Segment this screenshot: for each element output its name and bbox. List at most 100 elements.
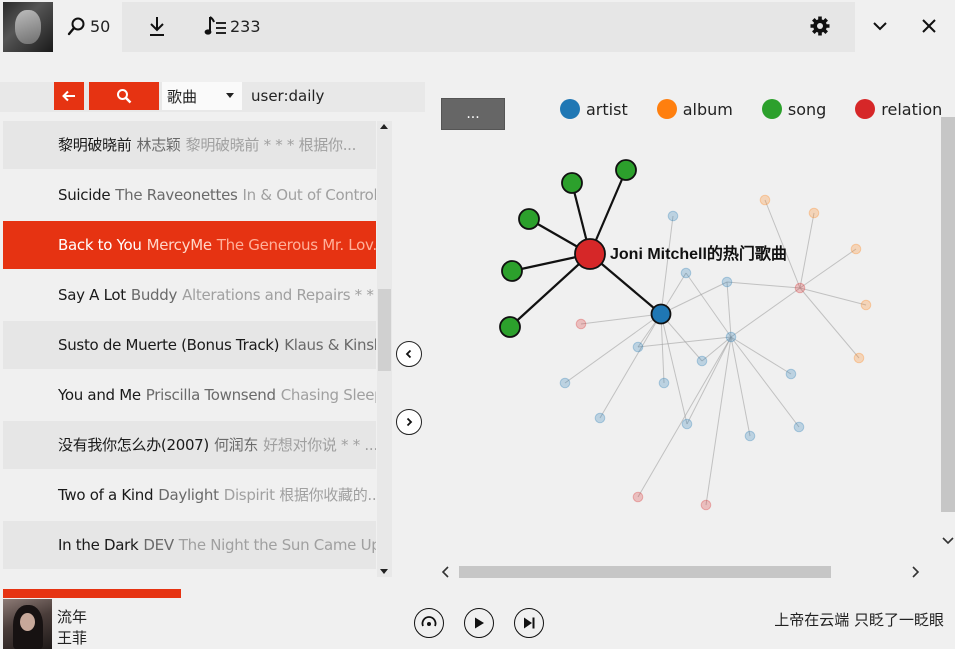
play-button[interactable]	[464, 608, 494, 638]
song-row[interactable]: Say A Lot Buddy Alterations and Repairs * …	[3, 271, 376, 319]
graph-edge	[701, 336, 732, 362]
user-avatar[interactable]	[3, 2, 53, 52]
graph-node-faded[interactable]	[632, 341, 644, 353]
song-node[interactable]	[499, 316, 521, 338]
song-artist: Daylight	[158, 486, 219, 504]
graph-edge	[799, 248, 857, 289]
song-title: You and Me	[58, 386, 141, 404]
song-row[interactable]: 没有我你怎么办(2007) 何润东 好想对你说 * * ...	[3, 421, 376, 469]
skip-next-icon	[524, 617, 535, 629]
search-count-label: 50	[90, 16, 111, 36]
scroll-up-arrow-icon[interactable]	[380, 124, 388, 129]
graph-edge	[730, 287, 801, 338]
download-button[interactable]	[147, 14, 167, 38]
song-row[interactable]: Suicide The Raveonettes In & Out of Contro…	[3, 171, 376, 219]
search-submit-button[interactable]	[89, 82, 159, 110]
settings-button[interactable]	[809, 14, 831, 38]
graph-node-faded[interactable]	[667, 210, 679, 222]
graph-node-faded[interactable]	[759, 194, 771, 206]
song-node[interactable]	[615, 159, 637, 181]
song-node[interactable]	[518, 208, 540, 230]
graph-node-faded[interactable]	[808, 207, 820, 219]
graph-node-faded[interactable]	[632, 491, 644, 503]
song-node[interactable]	[501, 260, 523, 282]
playback-progress-bar[interactable]	[3, 589, 181, 598]
song-row[interactable]: Back to YouMercyMeThe Generous Mr. Lov..…	[3, 221, 376, 269]
graph-vertical-scrollbar[interactable]	[941, 117, 955, 553]
chevron-down-icon[interactable]	[941, 535, 955, 547]
graph-node-faded[interactable]	[785, 368, 797, 380]
graph-node-faded[interactable]	[853, 352, 865, 364]
close-icon	[922, 19, 936, 33]
previous-page-button[interactable]	[396, 341, 422, 367]
close-button[interactable]	[921, 14, 937, 38]
song-list: 黎明破晓前 林志颖 黎明破晓前 * * * 根据你... Suicide The Rav…	[3, 121, 376, 571]
scrollbar-thumb[interactable]	[378, 289, 391, 371]
legend-item[interactable]: song	[761, 99, 826, 119]
search-query-input[interactable]	[247, 82, 387, 110]
song-title: In the Dark	[58, 536, 139, 554]
legend-swatch	[855, 99, 876, 119]
scrollbar-thumb[interactable]	[459, 566, 831, 578]
graph-node-faded[interactable]	[680, 267, 692, 279]
play-mode-button[interactable]	[414, 608, 444, 638]
next-track-button[interactable]	[514, 608, 544, 638]
graph-node-faded[interactable]	[681, 418, 693, 430]
song-title: Back to You	[58, 236, 142, 254]
graph-menu-label: ...	[466, 106, 480, 122]
graph-edge	[730, 336, 751, 437]
chevron-down-icon	[873, 22, 887, 31]
song-list-scrollbar[interactable]	[377, 121, 392, 577]
graph-node-faded[interactable]	[850, 243, 862, 255]
graph-node-faded[interactable]	[700, 499, 712, 511]
relation-node[interactable]	[574, 238, 606, 270]
song-album: The Generous Mr. Lov... .	[216, 236, 376, 254]
legend-swatch	[656, 99, 677, 119]
song-row[interactable]: Susto de Muerte (Bonus Track) Klaus & Kin…	[3, 321, 376, 369]
graph-edge	[599, 313, 662, 419]
search-type-select[interactable]: 歌曲	[162, 82, 242, 110]
song-node[interactable]	[561, 172, 583, 194]
back-button[interactable]	[54, 82, 84, 110]
relation-graph[interactable]: Joni Mitchell的热门歌曲	[426, 82, 941, 560]
legend-item[interactable]: artist	[560, 99, 628, 119]
song-artist: Buddy	[130, 286, 178, 304]
song-row[interactable]: 黎明破晓前 林志颖 黎明破晓前 * * * 根据你...	[3, 121, 376, 169]
graph-node-faded[interactable]	[594, 412, 606, 424]
graph-node-faded[interactable]	[696, 355, 708, 367]
graph-node-faded[interactable]	[725, 331, 737, 343]
artist-node[interactable]	[650, 303, 672, 325]
graph-node-faded[interactable]	[860, 299, 872, 311]
graph-edge	[799, 287, 867, 306]
graph-node-faded[interactable]	[575, 318, 587, 330]
scrollbar-thumb[interactable]	[941, 117, 955, 512]
download-icon	[150, 17, 164, 36]
graph-menu-button[interactable]: ...	[441, 98, 505, 130]
graph-node-faded[interactable]	[793, 421, 805, 433]
graph-node-faded[interactable]	[658, 377, 670, 389]
legend-item[interactable]: album	[656, 99, 733, 119]
graph-edge	[799, 287, 860, 359]
search-button[interactable]: 50	[67, 14, 110, 38]
chevron-left-icon[interactable]	[440, 565, 452, 579]
song-album: The Night the Sun Came Up * ...	[178, 536, 376, 554]
song-artist: Klaus & Kinski	[284, 336, 376, 354]
legend-item[interactable]: relation	[855, 99, 941, 119]
song-row[interactable]: Two of a Kind Daylight Dispirit 根据你收藏的...	[3, 471, 376, 519]
next-page-button[interactable]	[396, 409, 422, 435]
dropdown-arrow-icon	[226, 93, 234, 98]
graph-node-faded[interactable]	[721, 276, 733, 288]
album-cover[interactable]	[3, 599, 52, 649]
playlist-button[interactable]: 233	[204, 14, 261, 38]
song-row[interactable]: You and Me Priscilla Townsend Chasing Slee…	[3, 371, 376, 419]
top-bar: 50 233	[0, 0, 955, 56]
graph-horizontal-scrollbar[interactable]	[437, 563, 927, 581]
graph-node-faded[interactable]	[744, 430, 756, 442]
minimize-button[interactable]	[871, 14, 889, 38]
player-bar: 流年 王菲 上帝在云端 只眨了一眨眼	[0, 598, 955, 649]
chevron-right-icon[interactable]	[909, 565, 921, 579]
scroll-down-arrow-icon[interactable]	[380, 569, 388, 574]
song-row[interactable]: In the DarkDEVThe Night the Sun Came Up …	[3, 521, 376, 569]
graph-node-faded[interactable]	[794, 282, 806, 294]
graph-node-faded[interactable]	[559, 377, 571, 389]
